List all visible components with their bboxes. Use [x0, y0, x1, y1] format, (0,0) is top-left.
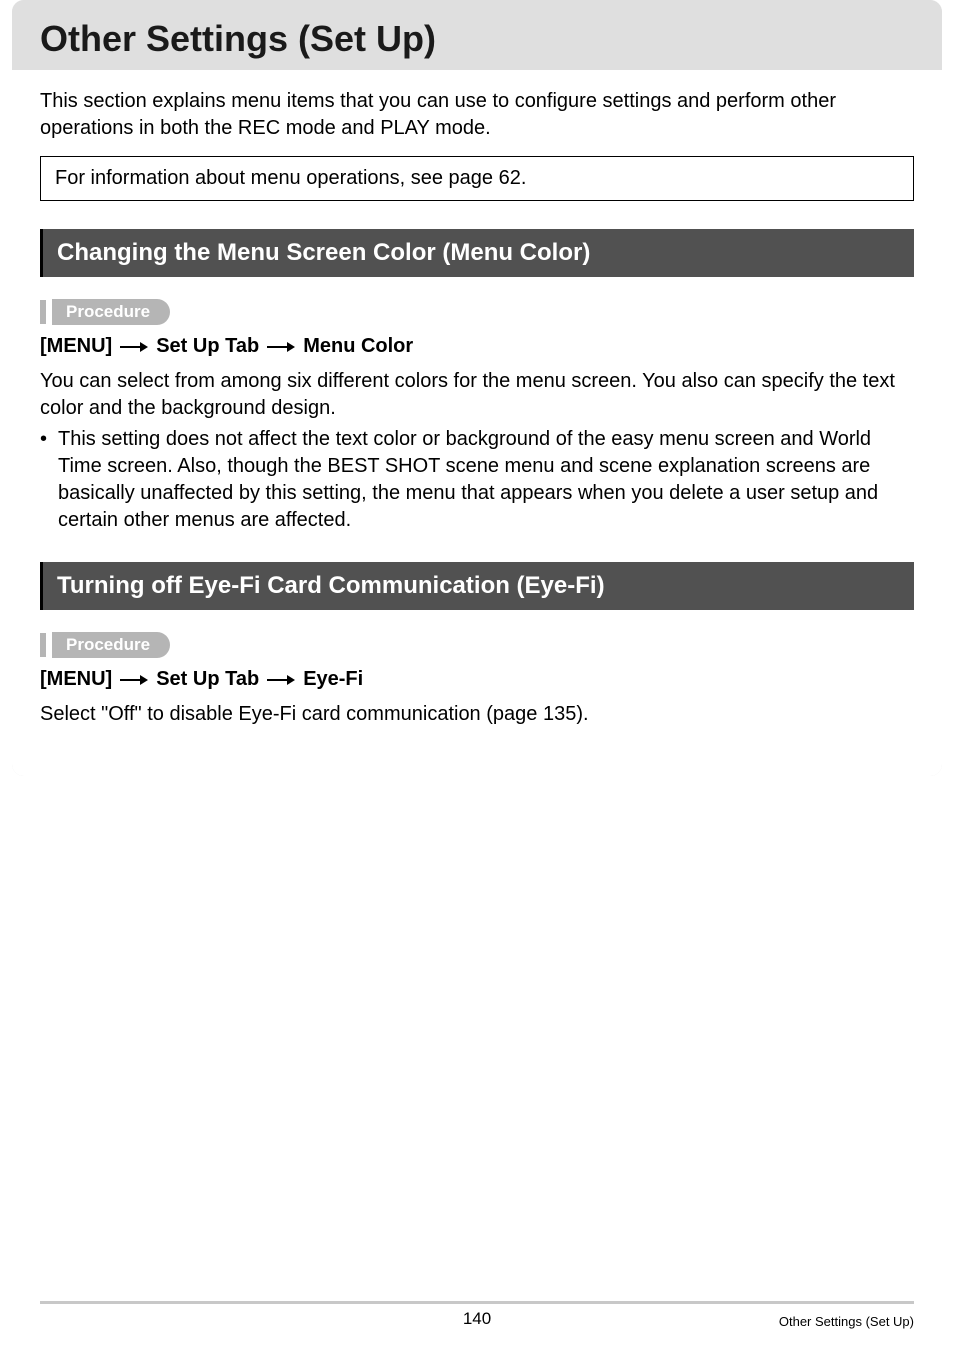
footer-row: 140 Other Settings (Set Up) [40, 1314, 914, 1329]
procedure-label: Procedure [40, 632, 914, 658]
page-title: Other Settings (Set Up) [40, 18, 914, 60]
page-footer: 140 Other Settings (Set Up) [0, 1301, 954, 1329]
page-number: 140 [463, 1309, 491, 1329]
intro-text: This section explains menu items that yo… [40, 88, 914, 142]
procedure-path: [MENU] Set Up Tab Eye-Fi [40, 668, 914, 691]
path-setup-tab: Set Up Tab [156, 335, 259, 358]
section-header-text: Changing the Menu Screen Color (Menu Col… [57, 239, 590, 266]
arrow-right-icon [120, 340, 148, 354]
footer-divider [40, 1301, 914, 1304]
arrow-right-icon [120, 673, 148, 687]
section-header-text: Turning off Eye-Fi Card Communication (E… [57, 572, 605, 599]
bullet-dot-icon: • [40, 426, 58, 534]
section-header-eye-fi: Turning off Eye-Fi Card Communication (E… [40, 562, 914, 610]
procedure-pill: Procedure [52, 632, 170, 658]
path-setup-tab: Set Up Tab [156, 668, 259, 691]
content-area: This section explains menu items that yo… [12, 70, 942, 776]
procedure-tick-icon [40, 633, 46, 657]
note-box: For information about menu operations, s… [40, 156, 914, 201]
path-menu: [MENU] [40, 335, 112, 358]
procedure-tick-icon [40, 300, 46, 324]
arrow-right-icon [267, 673, 295, 687]
section-body-main: You can select from among six different … [40, 370, 895, 419]
section-body-main: Select "Off" to disable Eye-Fi card comm… [40, 703, 589, 725]
path-menu: [MENU] [40, 668, 112, 691]
procedure-pill: Procedure [52, 299, 170, 325]
procedure-label: Procedure [40, 299, 914, 325]
section-header-menu-color: Changing the Menu Screen Color (Menu Col… [40, 229, 914, 277]
page-wrapper: Other Settings (Set Up) This section exp… [12, 0, 942, 776]
note-text: For information about menu operations, s… [55, 167, 526, 189]
section-body: Select "Off" to disable Eye-Fi card comm… [40, 701, 914, 728]
section-body: You can select from among six different … [40, 368, 914, 534]
footer-label: Other Settings (Set Up) [779, 1314, 914, 1329]
bullet-item: • This setting does not affect the text … [40, 426, 914, 534]
path-eye-fi: Eye-Fi [303, 668, 363, 691]
path-menu-color: Menu Color [303, 335, 413, 358]
title-band: Other Settings (Set Up) [12, 0, 942, 70]
arrow-right-icon [267, 340, 295, 354]
bullet-text: This setting does not affect the text co… [58, 426, 914, 534]
procedure-path: [MENU] Set Up Tab Menu Color [40, 335, 914, 358]
